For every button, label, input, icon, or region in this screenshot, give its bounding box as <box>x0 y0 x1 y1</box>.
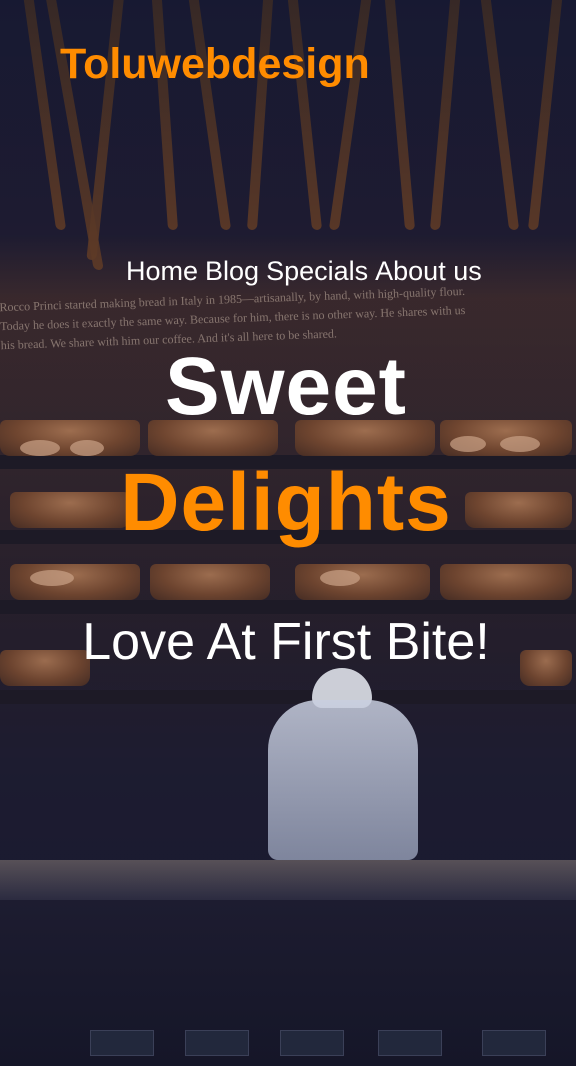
ceiling-slats <box>0 0 576 270</box>
brand-logo[interactable]: Toluwebdesign <box>60 40 370 89</box>
nav-item-home[interactable]: Home <box>126 256 198 287</box>
nav-item-about-us[interactable]: About us <box>375 256 482 287</box>
hero-title-line2: Delights <box>120 457 452 548</box>
hero-tagline: Love At First Bite! <box>82 613 490 671</box>
hero-title-line1: Sweet <box>165 341 407 432</box>
nav-item-blog[interactable]: Blog <box>205 256 259 287</box>
nav-item-specials[interactable]: Specials <box>266 256 368 287</box>
main-nav: Home Blog Specials About us <box>126 256 482 287</box>
